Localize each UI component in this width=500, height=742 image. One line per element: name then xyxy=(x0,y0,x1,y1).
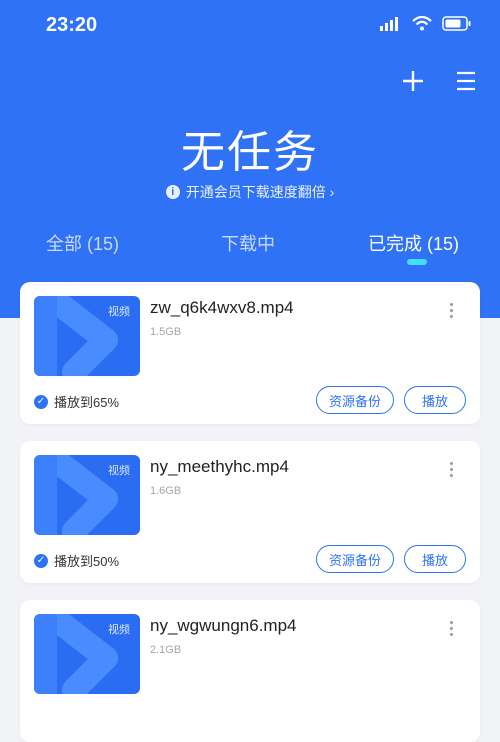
play-progress-text: 播放到50% xyxy=(54,554,120,569)
play-button[interactable]: 播放 xyxy=(404,545,466,573)
play-button[interactable]: 播放 xyxy=(404,386,466,414)
file-card[interactable]: 视频 zw_q6k4wxv8.mp4 1.5GB ✓ 播放到65% 资源备份 播… xyxy=(20,282,480,424)
play-progress: ✓ 播放到50% xyxy=(34,551,119,570)
vip-promo-text: 开通会员下载速度翻倍 › xyxy=(185,184,335,200)
status-time: 23:20 xyxy=(46,14,98,36)
check-icon: ✓ xyxy=(34,553,48,568)
file-size: 1.5GB xyxy=(150,326,182,338)
file-name: ny_meethyhc.mp4 xyxy=(150,457,289,476)
tab-completed[interactable]: 已完成 (15) xyxy=(368,230,459,256)
battery-icon xyxy=(442,16,471,31)
header: 23:20 无任务 i 开通会员下载速度翻倍 › 全部 (15) 下载中 已完成… xyxy=(0,0,500,318)
more-icon[interactable] xyxy=(446,459,456,483)
file-card[interactable]: 视频 ny_meethyhc.mp4 1.6GB ✓ 播放到50% 资源备份 播… xyxy=(20,441,480,583)
file-size: 2.1GB xyxy=(150,644,182,656)
video-thumbnail[interactable]: 视频 xyxy=(34,296,140,376)
more-icon[interactable] xyxy=(446,618,456,642)
check-icon: ✓ xyxy=(34,394,48,409)
tab-indicator xyxy=(407,259,427,265)
backup-button[interactable]: 资源备份 xyxy=(316,545,394,573)
page-title: 无任务 xyxy=(181,128,319,177)
signal-icon xyxy=(380,16,398,31)
status-icons xyxy=(380,16,472,31)
file-name: ny_wgwungn6.mp4 xyxy=(150,616,297,635)
tab-downloading[interactable]: 下载中 xyxy=(221,230,275,256)
play-progress-text: 播放到65% xyxy=(54,395,120,410)
file-card[interactable]: 视频 ny_wgwungn6.mp4 2.1GB xyxy=(20,600,480,742)
play-progress: ✓ 播放到65% xyxy=(34,392,119,411)
tab-all[interactable]: 全部 (15) xyxy=(46,230,119,256)
plus-icon[interactable] xyxy=(400,68,426,94)
info-icon: i xyxy=(165,185,180,199)
menu-icon[interactable] xyxy=(454,69,478,93)
video-thumbnail[interactable]: 视频 xyxy=(34,614,140,694)
wifi-icon xyxy=(412,16,432,31)
more-icon[interactable] xyxy=(446,300,456,324)
file-size: 1.6GB xyxy=(150,485,182,497)
file-name: zw_q6k4wxv8.mp4 xyxy=(150,298,294,317)
video-tag: 视频 xyxy=(108,465,130,477)
video-tag: 视频 xyxy=(108,306,130,318)
video-thumbnail[interactable]: 视频 xyxy=(34,455,140,535)
video-tag: 视频 xyxy=(108,624,130,636)
backup-button[interactable]: 资源备份 xyxy=(316,386,394,414)
vip-promo[interactable]: i 开通会员下载速度翻倍 › xyxy=(0,182,500,202)
